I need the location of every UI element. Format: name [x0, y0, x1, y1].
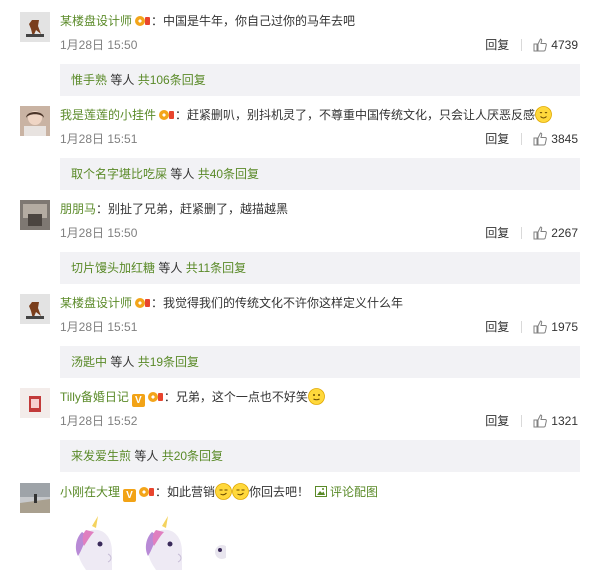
comment-time: 1月28日 15:52: [60, 414, 138, 428]
verified-v-icon: V: [123, 489, 137, 502]
reply-button[interactable]: 回复: [485, 36, 509, 54]
reply-count-link[interactable]: 共106条回复: [138, 73, 206, 87]
comment-time: 1月28日 15:51: [60, 132, 138, 146]
unicorn-emoji-image: [60, 506, 226, 570]
reply-author-link[interactable]: 汤匙中: [71, 355, 107, 369]
comment-line: 某楼盘设计师 ：我觉得我们的传统文化不许你这样定义什么年: [60, 294, 403, 312]
avatar[interactable]: [20, 12, 50, 42]
comment-time: 1月28日 15:50: [60, 226, 138, 240]
smirk-emoji-icon: [215, 483, 232, 500]
member-badge-icon: [159, 108, 175, 120]
comment-actions: 回复 4739: [485, 36, 578, 54]
reply-middle-text: 等人: [107, 73, 138, 87]
comment-line: 小刚在大理 V ：如此营销 你回去吧！ 评论配图: [60, 483, 378, 502]
reply-button[interactable]: 回复: [485, 224, 509, 242]
username-link[interactable]: 某楼盘设计师: [60, 296, 132, 310]
comment-line: Tilly备婚日记 V ：兄弟，这个一点也不好笑: [60, 388, 325, 407]
comment-text: ：中国是牛年，你自己过你的马年去吧: [151, 14, 356, 28]
reply-summary[interactable]: 惟手熟 等人 共106条回复: [60, 64, 580, 96]
comment-line: 某楼盘设计师 ：中国是牛年，你自己过你的马年去吧: [60, 12, 355, 30]
reply-middle-text: 等人: [131, 449, 162, 463]
member-badge-icon: [135, 14, 151, 26]
comment-time: 1月28日 15:51: [60, 320, 138, 334]
comment-text-2: 你回去吧！: [249, 485, 310, 499]
reply-middle-text: 等人: [107, 355, 138, 369]
divider: [521, 227, 523, 239]
thumbs-up-icon[interactable]: [533, 38, 548, 52]
reply-author-link[interactable]: 取个名字堪比吃屎: [71, 167, 167, 181]
reply-button[interactable]: 回复: [485, 412, 509, 430]
avatar[interactable]: [20, 200, 50, 230]
member-badge-icon: [135, 296, 151, 308]
avatar[interactable]: [20, 483, 50, 513]
avatar[interactable]: [20, 388, 50, 418]
comment-line: 我是莲莲的小挂件 ：赶紧删叭，别抖机灵了，不尊重中国传统文化，只会让人厌恶反感: [60, 106, 552, 124]
reply-count-link[interactable]: 共20条回复: [162, 449, 223, 463]
comment-actions: 回复 3845: [485, 130, 578, 148]
smile-emoji-icon: [308, 388, 325, 405]
reply-author-link[interactable]: 惟手熟: [71, 73, 107, 87]
username-link[interactable]: 朋朋马: [60, 202, 96, 216]
like-count: 1321: [551, 414, 578, 428]
reply-author-link[interactable]: 切片馒头加红糖: [71, 261, 155, 275]
username-link[interactable]: 某楼盘设计师: [60, 14, 132, 28]
verified-v-icon: V: [131, 394, 145, 407]
like-count: 2267: [551, 226, 578, 240]
thumbs-up-icon[interactable]: [533, 414, 548, 428]
comment-picture[interactable]: [60, 506, 226, 570]
username-link[interactable]: 我是莲莲的小挂件: [60, 108, 156, 122]
comment-text: ：我觉得我们的传统文化不许你这样定义什么年: [151, 296, 404, 310]
comment-text: ：如此营销: [155, 485, 216, 499]
username-link[interactable]: 小刚在大理: [60, 485, 120, 499]
reply-count-link[interactable]: 共19条回复: [138, 355, 199, 369]
comment-text: ：别扯了兄弟，赶紧删了，越描越黑: [96, 202, 289, 216]
divider: [521, 133, 523, 145]
username-link[interactable]: Tilly备婚日记: [60, 390, 129, 404]
smile-emoji-icon: [535, 106, 552, 123]
member-badge-icon: [139, 485, 155, 497]
comment-line: 朋朋马：别扯了兄弟，赶紧删了，越描越黑: [60, 200, 288, 218]
reply-middle-text: 等人: [155, 261, 186, 275]
thumbs-up-icon[interactable]: [533, 132, 548, 146]
reply-count-link[interactable]: 共40条回复: [198, 167, 259, 181]
reply-middle-text: 等人: [167, 167, 198, 181]
picture-icon: [315, 486, 328, 497]
reply-summary[interactable]: 汤匙中 等人 共19条回复: [60, 346, 580, 378]
divider: [521, 321, 523, 333]
reply-author-link[interactable]: 来发爱生煎: [71, 449, 131, 463]
smirk-emoji-icon: [232, 483, 249, 500]
like-count: 1975: [551, 320, 578, 334]
comment-text: ：兄弟，这个一点也不好笑: [163, 390, 308, 404]
reply-summary[interactable]: 切片馒头加红糖 等人 共11条回复: [60, 252, 580, 284]
divider: [521, 39, 523, 51]
comment-actions: 回复 2267: [485, 224, 578, 242]
reply-button[interactable]: 回复: [485, 318, 509, 336]
reply-button[interactable]: 回复: [485, 130, 509, 148]
reply-summary[interactable]: 来发爱生煎 等人 共20条回复: [60, 440, 580, 472]
comment-actions: 回复 1975: [485, 318, 578, 336]
avatar[interactable]: [20, 294, 50, 324]
divider: [521, 415, 523, 427]
like-count: 4739: [551, 38, 578, 52]
like-count: 3845: [551, 132, 578, 146]
comment-actions: 回复 1321: [485, 412, 578, 430]
reply-count-link[interactable]: 共11条回复: [186, 261, 246, 275]
comment-picture-link[interactable]: 评论配图: [315, 485, 378, 499]
comment-text: ：赶紧删叭，别抖机灵了，不尊重中国传统文化，只会让人厌恶反感: [175, 108, 536, 122]
comment-picture-label: 评论配图: [330, 485, 379, 499]
avatar[interactable]: [20, 106, 50, 136]
thumbs-up-icon[interactable]: [533, 320, 548, 334]
reply-summary[interactable]: 取个名字堪比吃屎 等人 共40条回复: [60, 158, 580, 190]
comment-time: 1月28日 15:50: [60, 38, 138, 52]
member-badge-icon: [147, 390, 164, 402]
thumbs-up-icon[interactable]: [533, 226, 548, 240]
